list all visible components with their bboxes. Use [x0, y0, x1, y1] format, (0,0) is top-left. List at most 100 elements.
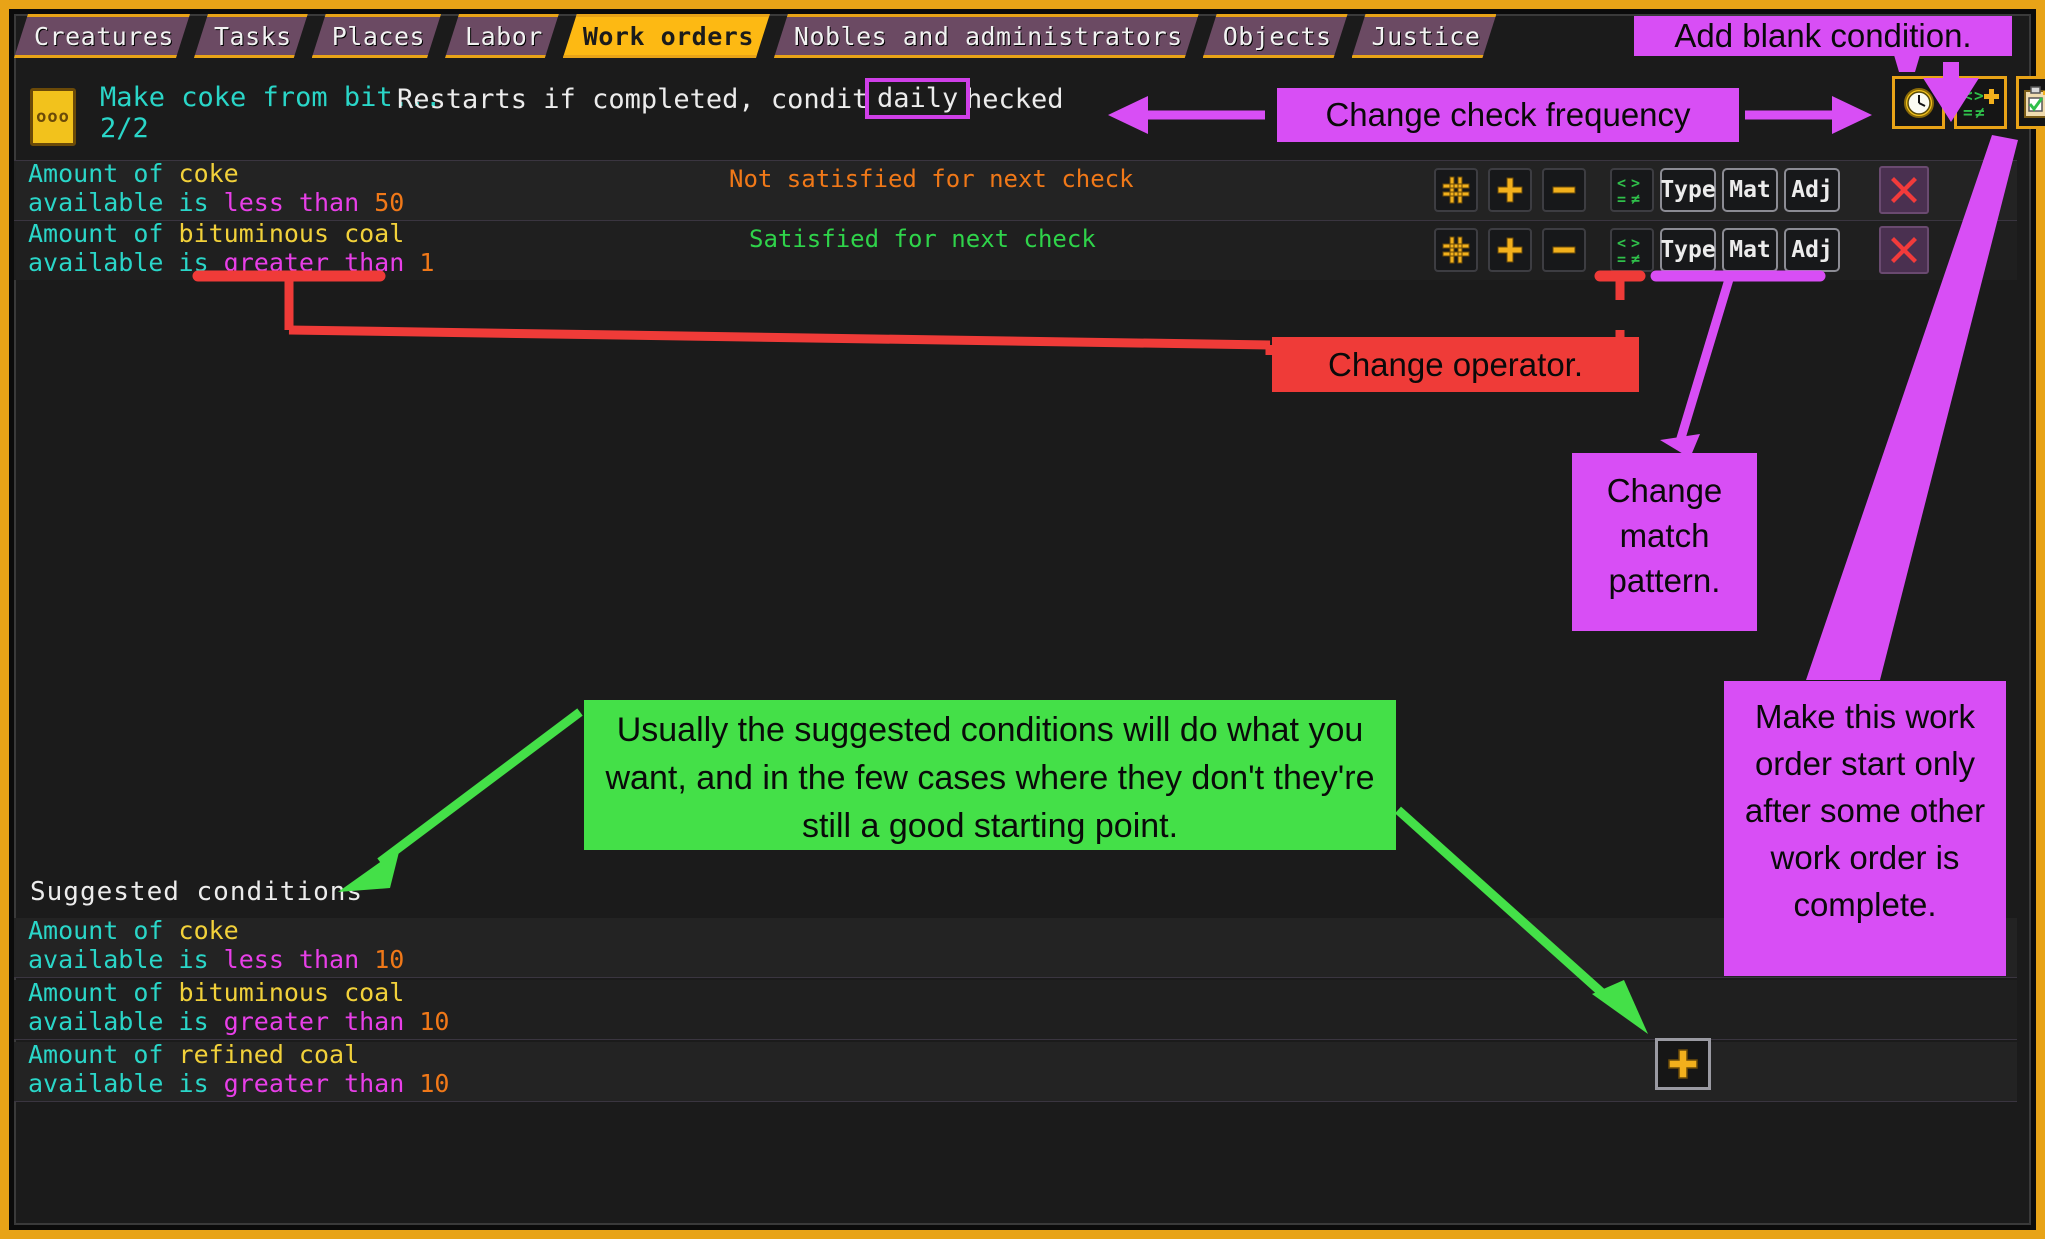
- callout-change-match-pattern: Change match pattern.: [1572, 453, 1757, 631]
- condition-prefix: Amount of: [28, 159, 179, 188]
- main-tab-bar: Creatures Tasks Places Labor Work orders Nobl…: [14, 16, 1494, 58]
- condition-value[interactable]: 1: [419, 248, 434, 277]
- svg-text:=: =: [1963, 103, 1973, 122]
- condition-prefix: Amount of: [28, 219, 179, 248]
- suggested-value: 10: [374, 945, 405, 974]
- callout-make-start-after: Make this work order start only after so…: [1724, 681, 2006, 976]
- suggested-condition-text: Amount of refined coal available is great…: [28, 1040, 449, 1098]
- suggested-material: refined coal: [178, 1040, 360, 1069]
- callout-change-operator: Change operator.: [1272, 337, 1639, 392]
- clipboard-add-icon-glyph: [2024, 85, 2045, 118]
- suggested-operator: greater than: [223, 1007, 405, 1036]
- suggested-value: 10: [419, 1069, 450, 1098]
- close-icon-glyph: [1891, 177, 1917, 203]
- match-adj-button[interactable]: Adj: [1784, 228, 1840, 272]
- suggested-available: available is: [28, 945, 224, 974]
- suggested-condition-row[interactable]: Amount of bituminous coal available is gr…: [14, 978, 2017, 1040]
- condition-amount-buttons: [1434, 228, 1586, 272]
- match-type-button[interactable]: Type: [1660, 168, 1716, 212]
- condition-operator[interactable]: greater than: [224, 248, 405, 277]
- close-icon-glyph: [1891, 237, 1917, 263]
- callout-add-blank-condition: Add blank condition.: [1634, 16, 2012, 56]
- clock-icon-glyph: [1903, 87, 1934, 118]
- clipboard-add-icon[interactable]: [2016, 76, 2045, 129]
- condition-available: available is: [28, 248, 224, 277]
- plus-icon: [1668, 1049, 1698, 1079]
- suggested-available: available is: [28, 1007, 224, 1036]
- condition-row[interactable]: Amount of bituminous coal available is gr…: [14, 219, 2017, 280]
- svg-text:=: =: [1617, 250, 1626, 267]
- amount-decrease-button[interactable]: [1542, 228, 1586, 272]
- svg-text:≠: ≠: [1631, 250, 1640, 267]
- svg-text:=: =: [1617, 190, 1626, 207]
- clock-icon[interactable]: [1892, 76, 1945, 129]
- operator-cycle-button[interactable]: < > = ≠: [1610, 228, 1654, 272]
- condition-text: Amount of coke available is less than 50: [28, 159, 404, 217]
- condition-text: Amount of bituminous coal available is gr…: [28, 219, 434, 277]
- check-frequency-value[interactable]: daily: [865, 78, 971, 119]
- operator-cycle-button[interactable]: < > = ≠: [1610, 168, 1654, 212]
- delete-condition-button[interactable]: [1879, 226, 1929, 274]
- hash-icon-glyph: [1442, 176, 1470, 204]
- plus-icon-glyph: [1497, 177, 1523, 203]
- work-order-title-text: Make coke from bit...: [100, 82, 442, 113]
- suggested-prefix: Amount of: [28, 978, 179, 1007]
- comparison-add-icon-glyph: < > = ≠: [1963, 86, 1999, 122]
- suggested-prefix: Amount of: [28, 1040, 179, 1069]
- condition-status: Satisfied for next check: [749, 225, 1096, 253]
- suggested-prefix: Amount of: [28, 916, 179, 945]
- condition-match-buttons: < > = ≠ Type Mat Adj: [1610, 228, 1840, 272]
- suggested-material: bituminous coal: [178, 978, 405, 1007]
- amount-decrease-button[interactable]: [1542, 168, 1586, 212]
- amount-hash-button[interactable]: [1434, 228, 1478, 272]
- dwarf-fortress-work-order-screen: Creatures Tasks Places Labor Work orders Nobl…: [0, 0, 2045, 1239]
- minus-icon-glyph: [1552, 246, 1576, 254]
- condition-operator[interactable]: less than: [224, 188, 359, 217]
- match-mat-button[interactable]: Mat: [1722, 228, 1778, 272]
- tab-objects[interactable]: Objects: [1203, 14, 1348, 58]
- suggested-condition-text: Amount of coke available is less than 10: [28, 916, 404, 974]
- comparison-add-icon[interactable]: < > = ≠: [1954, 76, 2007, 129]
- svg-text:≠: ≠: [1975, 103, 1985, 122]
- suggested-operator: greater than: [223, 1069, 405, 1098]
- tab-creatures[interactable]: Creatures: [14, 14, 190, 58]
- condition-material: coke: [178, 159, 239, 188]
- suggested-value: 10: [419, 1007, 450, 1036]
- add-suggested-condition-button[interactable]: [1655, 1038, 1711, 1090]
- tab-tasks[interactable]: Tasks: [194, 14, 308, 58]
- comparison-icon-glyph: < >= ≠: [1617, 234, 1640, 267]
- tab-justice[interactable]: Justice: [1352, 14, 1497, 58]
- callout-suggested-note: Usually the suggested conditions will do…: [584, 700, 1396, 850]
- condition-amount-buttons: [1434, 168, 1586, 212]
- tab-labor[interactable]: Labor: [445, 14, 559, 58]
- callout-change-check-frequency: Change check frequency: [1277, 88, 1739, 142]
- amount-increase-button[interactable]: [1488, 168, 1532, 212]
- condition-value[interactable]: 50: [374, 188, 404, 217]
- suggested-available: available is: [28, 1069, 224, 1098]
- tab-nobles-and-administrators[interactable]: Nobles and administrators: [774, 14, 1199, 58]
- work-order-count: 2/2: [100, 113, 149, 144]
- plus-icon-glyph: [1497, 237, 1523, 263]
- suggested-condition-text: Amount of bituminous coal available is gr…: [28, 978, 449, 1036]
- delete-condition-button[interactable]: [1879, 166, 1929, 214]
- suggested-material: coke: [178, 916, 239, 945]
- svg-text:≠: ≠: [1631, 190, 1640, 207]
- amount-hash-button[interactable]: [1434, 168, 1478, 212]
- match-adj-button[interactable]: Adj: [1784, 168, 1840, 212]
- work-order-title[interactable]: Make coke from bit... 2/2: [100, 82, 441, 144]
- match-type-button[interactable]: Type: [1660, 228, 1716, 272]
- condition-match-buttons: < > = ≠ Type Mat Adj: [1610, 168, 1840, 212]
- suggested-condition-row[interactable]: Amount of coke available is less than 10: [14, 916, 2017, 978]
- hash-icon-glyph: [1442, 236, 1470, 264]
- tab-places[interactable]: Places: [312, 14, 441, 58]
- tab-work-orders[interactable]: Work orders: [563, 14, 770, 58]
- condition-row[interactable]: Amount of coke available is less than 50 N…: [14, 159, 2017, 220]
- comparison-icon-glyph: < >= ≠: [1617, 174, 1640, 207]
- match-mat-button[interactable]: Mat: [1722, 168, 1778, 212]
- minus-icon-glyph: [1552, 186, 1576, 194]
- suggested-operator: less than: [223, 945, 360, 974]
- condition-available: available is: [28, 188, 224, 217]
- amount-increase-button[interactable]: [1488, 228, 1532, 272]
- suggested-condition-row[interactable]: Amount of refined coal available is great…: [14, 1040, 2017, 1102]
- work-order-icon[interactable]: ooo: [30, 88, 76, 146]
